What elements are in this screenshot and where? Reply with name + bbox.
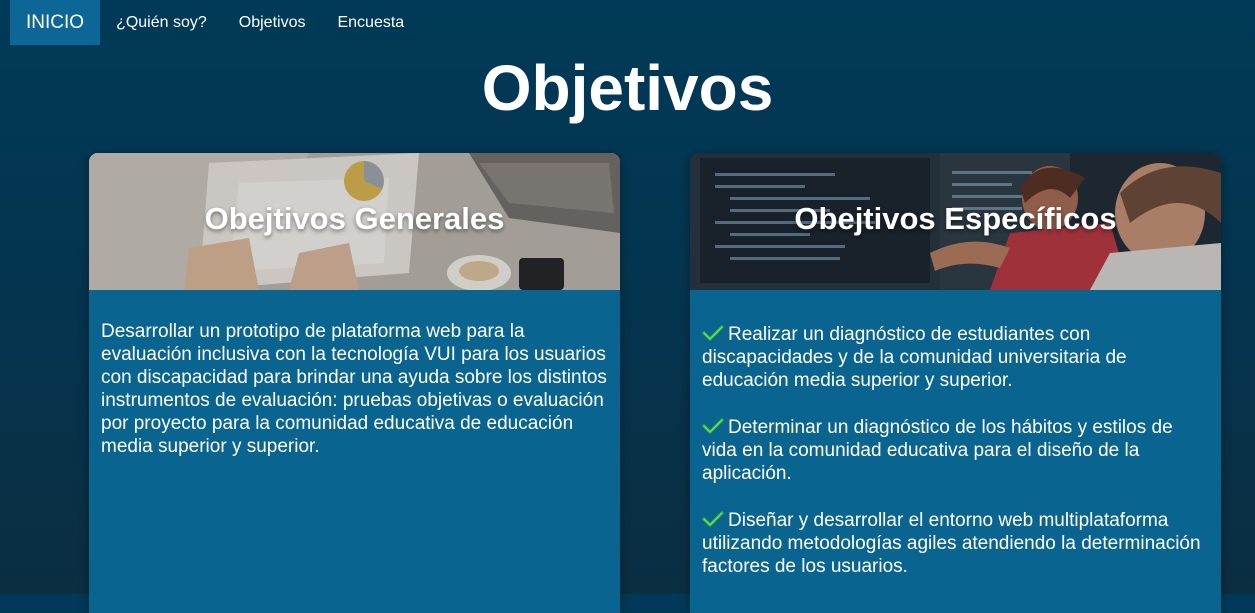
top-navbar: INICIO ¿Quién soy? Objetivos Encuesta bbox=[10, 0, 420, 45]
check-mark-icon bbox=[702, 511, 724, 527]
check-mark-icon bbox=[702, 325, 724, 341]
nav-inicio[interactable]: INICIO bbox=[10, 0, 101, 45]
check-mark-icon bbox=[702, 418, 724, 434]
objective-item: Determinar un diagnóstico de los hábitos… bbox=[702, 416, 1209, 485]
objective-text: Determinar un diagnóstico de los hábitos… bbox=[702, 417, 1173, 484]
general-objectives-card: Obejtivos Generales Desarrollar un proto… bbox=[89, 153, 620, 613]
specific-objectives-body: Realizar un diagnóstico de estudiantes c… bbox=[690, 290, 1221, 578]
page-title: Objetivos bbox=[481, 52, 774, 124]
objective-text: Realizar un diagnóstico de estudiantes c… bbox=[702, 324, 1127, 391]
specific-objectives-header: Obejtivos Específicos bbox=[690, 153, 1221, 290]
specific-objectives-title: Obejtivos Específicos bbox=[794, 201, 1117, 236]
nav-objetivos[interactable]: Objetivos bbox=[223, 0, 322, 45]
general-objectives-title: Obejtivos Generales bbox=[204, 201, 505, 236]
nav-quien-soy[interactable]: ¿Quién soy? bbox=[100, 0, 223, 45]
general-objectives-body: Desarrollar un prototipo de plataforma w… bbox=[89, 320, 620, 458]
objective-text: Diseñar y desarrollar el entorno web mul… bbox=[702, 510, 1201, 577]
general-objectives-header: Obejtivos Generales bbox=[89, 153, 620, 290]
specific-objectives-card: Obejtivos Específicos Realizar un diagnó… bbox=[690, 153, 1221, 613]
objective-item: Realizar un diagnóstico de estudiantes c… bbox=[702, 323, 1209, 392]
nav-encuesta[interactable]: Encuesta bbox=[321, 0, 420, 45]
objective-item: Diseñar y desarrollar el entorno web mul… bbox=[702, 509, 1209, 578]
general-objectives-text: Desarrollar un prototipo de plataforma w… bbox=[101, 321, 607, 457]
